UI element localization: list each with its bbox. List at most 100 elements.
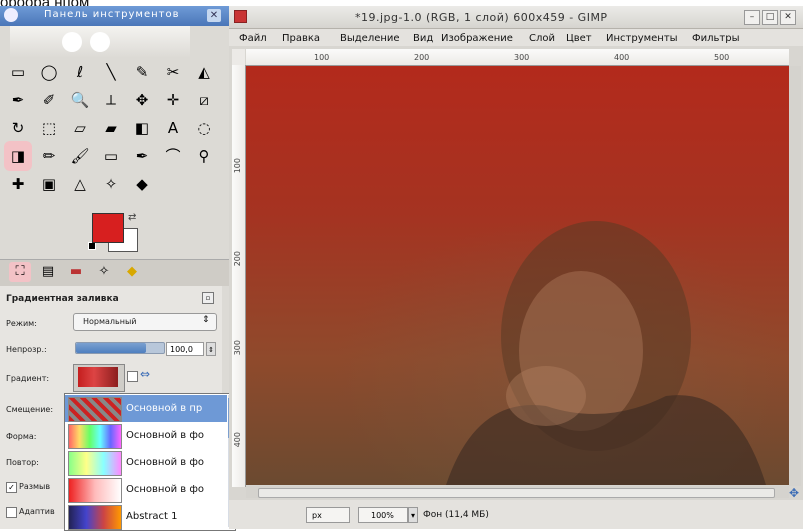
fuzzy-select-tool-icon[interactable]: ╲ (101, 62, 121, 82)
perspective-clone-tool-icon[interactable]: ▣ (39, 174, 59, 194)
menu-view[interactable]: Вид (413, 33, 433, 44)
rect-select-tool-icon[interactable]: ▭ (8, 62, 28, 82)
gimp-logo-icon (4, 8, 18, 22)
popup-item-label[interactable]: Основной в фо (126, 430, 204, 441)
menu-select[interactable]: Выделение (340, 33, 400, 44)
move-tool-icon[interactable]: ✥ (132, 90, 152, 110)
zoom-dropdown-icon[interactable]: ▾ (408, 507, 418, 523)
ellipse-select-tool-icon[interactable]: ◯ (39, 62, 59, 82)
perspective-tool-icon[interactable]: ▰ (101, 118, 121, 138)
popup-item-label[interactable]: Основной в пр (126, 403, 202, 414)
wilber-eye-icon (90, 32, 110, 52)
cage-tool-icon[interactable]: ◌ (194, 118, 214, 138)
opacity-spin-arrows-icon[interactable]: ⇕ (206, 342, 216, 356)
foreground-color-swatch-top[interactable] (92, 213, 124, 243)
menu-file[interactable]: Файл (239, 33, 267, 44)
smudge-tool-icon[interactable]: ✧ (101, 174, 121, 194)
ruler-tick-label: 400 (614, 53, 630, 62)
menu-layer[interactable]: Слой (529, 33, 555, 44)
swap-colors-icon[interactable]: ⇄ (128, 212, 136, 223)
menu-image[interactable]: Изображение (441, 33, 513, 44)
gradient-swatch[interactable] (68, 478, 122, 503)
popup-item-label[interactable]: Abstract 1 (126, 511, 178, 522)
photo-content (446, 221, 766, 485)
rotate-tool-icon[interactable]: ↻ (8, 118, 28, 138)
mode-select-arrow-icon[interactable]: ⇕ (202, 315, 210, 325)
mode-value: Нормальный (83, 317, 137, 326)
repeat-label: Повтор: (6, 458, 39, 467)
ruler-tick-label: 100 (233, 158, 242, 174)
blend-tool-icon[interactable]: ◨ (4, 141, 32, 171)
dither-checkbox[interactable]: ✓ (6, 482, 17, 493)
paths-tool-icon[interactable]: ✒ (8, 90, 28, 110)
popup-item-label[interactable]: Основной в фо (126, 457, 204, 468)
gradient-swatch[interactable] (68, 451, 122, 476)
minimize-button[interactable]: – (744, 10, 760, 25)
toolbox-title: Панель инструментов (44, 9, 180, 20)
color-select-tool-icon[interactable]: ✎ (132, 62, 152, 82)
shear-tool-icon[interactable]: ▱ (70, 118, 90, 138)
airbrush-tool-icon[interactable]: ✒ (132, 146, 152, 166)
paintbrush-tool-icon[interactable]: 🖌 (70, 146, 90, 166)
dither-label: Размыв (19, 482, 51, 491)
device-status-tab-icon[interactable]: ▤ (37, 262, 59, 282)
ruler-tick-label: 300 (514, 53, 530, 62)
shape-label: Форма: (6, 432, 37, 441)
heal-tool-icon[interactable]: ✚ (8, 174, 28, 194)
adaptive-checkbox[interactable] (6, 507, 17, 518)
clone-tool-icon[interactable]: ⚲ (194, 146, 214, 166)
zoom-tool-icon[interactable]: 🔍 (70, 90, 90, 110)
dodge-tool-icon[interactable]: ◆ (132, 174, 152, 194)
image-window-title: *19.jpg-1.0 (RGB, 1 слой) 600x459 - GIMP (355, 11, 608, 24)
ink-tool-icon[interactable]: ⌒ (163, 146, 183, 166)
scale-tool-icon[interactable]: ⬚ (39, 118, 59, 138)
unit-select[interactable]: px (306, 507, 350, 523)
free-select-tool-icon[interactable]: ℓ (70, 62, 90, 82)
tool-options-tab-icon[interactable]: ⛶ (9, 262, 31, 282)
scissors-tool-icon[interactable]: ✂ (163, 62, 183, 82)
menu-filters[interactable]: Фильтры (692, 33, 739, 44)
crop-tool-icon[interactable]: ⧄ (194, 90, 214, 110)
default-colors-icon[interactable] (88, 242, 96, 250)
reset-options-icon[interactable]: ▫ (202, 292, 214, 304)
gradient-swatch[interactable] (68, 397, 122, 422)
adaptive-label: Адаптив (19, 507, 55, 516)
images-tab-icon[interactable]: ✧ (93, 262, 115, 282)
quick-mask-corner[interactable] (232, 49, 245, 65)
vertical-scrollbar[interactable] (789, 66, 801, 486)
toolbox-close-button[interactable]: ✕ (207, 9, 221, 22)
horizontal-scrollbar-thumb[interactable] (258, 488, 775, 498)
align-tool-icon[interactable]: ✛ (163, 90, 183, 110)
brushes-tab-icon[interactable]: ◆ (121, 262, 143, 282)
undo-history-tab-icon[interactable]: ▬ (65, 262, 87, 282)
maximize-button[interactable]: □ (762, 10, 778, 25)
color-picker-tool-icon[interactable]: ✐ (39, 90, 59, 110)
gradient-swatch[interactable] (68, 505, 122, 530)
eraser-tool-icon[interactable]: ▭ (101, 146, 121, 166)
mode-label: Режим: (6, 319, 37, 328)
opacity-label: Непрозр.: (6, 345, 47, 354)
menu-tools[interactable]: Инструменты (606, 33, 678, 44)
opacity-spin-input[interactable]: 100,0 (166, 342, 204, 356)
reverse-gradient-checkbox[interactable] (127, 371, 138, 382)
zoom-select[interactable]: 100% (358, 507, 408, 523)
menu-edit[interactable]: Правка (282, 33, 320, 44)
vertical-ruler[interactable] (232, 65, 246, 487)
ruler-tick-label: 400 (233, 432, 242, 448)
image-canvas[interactable] (246, 66, 789, 485)
foreground-select-tool-icon[interactable]: ◭ (194, 62, 214, 82)
pencil-tool-icon[interactable]: ✏ (39, 146, 59, 166)
menu-colors[interactable]: Цвет (566, 33, 592, 44)
text-tool-icon[interactable]: A (163, 118, 183, 138)
navigate-icon[interactable]: ✥ (789, 486, 803, 500)
gradient-preview[interactable] (78, 367, 118, 387)
gradient-swatch[interactable] (68, 424, 122, 449)
popup-item-label[interactable]: Основной в фо (126, 484, 204, 495)
measure-tool-icon[interactable]: ⟂ (101, 90, 121, 110)
opacity-slider-fill[interactable] (76, 343, 146, 353)
flip-tool-icon[interactable]: ◧ (132, 118, 152, 138)
close-button[interactable]: ✕ (780, 10, 796, 25)
offset-label: Смещение: (6, 405, 54, 414)
tool-options-title: Градиентная заливка (6, 294, 119, 304)
blur-tool-icon[interactable]: △ (70, 174, 90, 194)
